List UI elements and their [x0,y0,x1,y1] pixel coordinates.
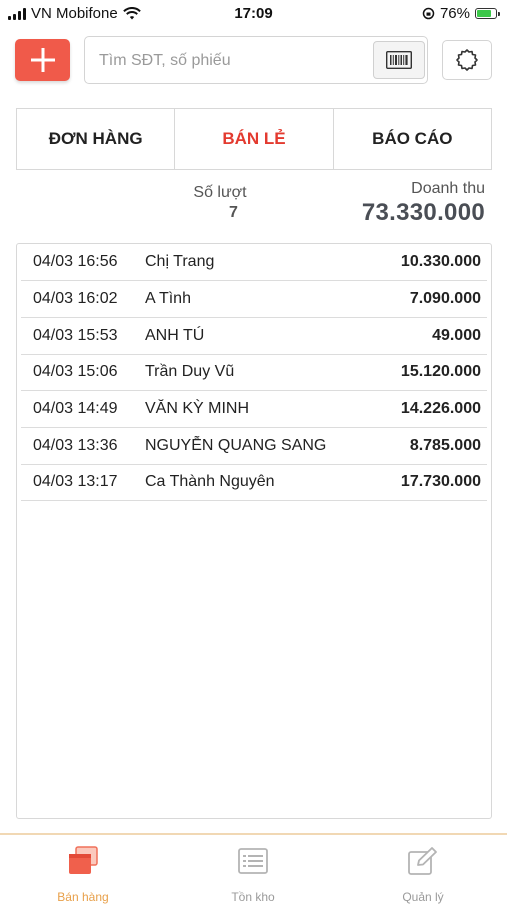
battery-percent: 76% [439,5,470,22]
order-row[interactable]: 04/03 13:17 Ca Thành Nguyên 17.730.000 [21,464,487,501]
order-row[interactable]: 04/03 15:06 Trần Duy Vũ 15.120.000 [21,354,487,391]
customer-name: VĂN KỲ MINH [145,400,250,417]
plus-icon [30,48,55,72]
nav-label: Quản lý [402,890,444,904]
order-list: 04/03 16:56 Chị Trang 10.330.000 04/03 1… [16,243,492,819]
revenue-value: 73.330.000 [361,199,485,226]
main-tabs: ĐƠN HÀNG BÁN LẺ BÁO CÁO [16,108,492,170]
search-box [84,36,428,84]
customer-name: Trần Duy Vũ [145,363,235,380]
order-row[interactable]: 04/03 16:02 A Tình 7.090.000 [21,281,487,318]
barcode-scan-button[interactable] [373,41,425,79]
order-amount: 8.785.000 [409,437,481,454]
order-time: 04/03 16:02 [33,290,118,307]
search-input[interactable] [97,47,371,75]
order-row[interactable]: 04/03 16:56 Chị Trang 10.330.000 [21,244,487,281]
order-row[interactable]: 04/03 14:49 VĂN KỲ MINH 14.226.000 [21,391,487,428]
customer-name: Chị Trang [145,253,215,270]
nav-ban-hang[interactable]: Bán hàng [23,845,143,904]
order-time: 04/03 13:17 [33,473,118,490]
customer-name: ANH TÚ [145,327,205,344]
customer-name: NGUYỄN QUANG SANG [145,437,327,454]
edit-icon [408,847,437,875]
count-label: Số lượt [193,184,247,201]
status-bar: VN Mobifone 17:09 76% [0,0,507,28]
battery-icon [475,8,500,19]
orientation-lock-icon [422,7,435,20]
order-time: 04/03 16:56 [33,253,118,270]
stacked-windows-icon [69,846,98,874]
order-amount: 17.730.000 [400,473,481,490]
order-time: 04/03 15:53 [33,327,118,344]
nav-label: Tồn kho [231,890,275,904]
order-time: 04/03 13:36 [33,437,118,454]
nav-ton-kho[interactable]: Tồn kho [193,845,313,904]
settings-button[interactable] [442,40,492,80]
customer-name: Ca Thành Nguyên [145,473,275,490]
order-amount: 7.090.000 [409,290,481,307]
count-value: 7 [229,204,238,221]
nav-quan-ly[interactable]: Quản lý [363,845,483,904]
order-time: 04/03 15:06 [33,363,118,380]
order-row[interactable]: 04/03 15:53 ANH TÚ 49.000 [21,318,487,355]
revenue-label: Doanh thu [411,180,485,197]
gear-icon [456,49,478,71]
order-amount: 49.000 [432,327,481,344]
order-row[interactable]: 04/03 13:36 NGUYỄN QUANG SANG 8.785.000 [21,428,487,465]
status-right: 76% [422,5,500,22]
order-amount: 15.120.000 [400,363,481,380]
order-time: 04/03 14:49 [33,400,118,417]
bottom-nav: Bán hàng Tồn kho Quản lý [0,833,507,904]
customer-name: A Tình [145,290,191,307]
add-order-button[interactable] [15,39,70,81]
nav-label: Bán hàng [57,890,109,904]
tab-bao-cao[interactable]: BÁO CÁO [334,109,491,169]
tab-don-hang[interactable]: ĐƠN HÀNG [17,109,176,169]
barcode-icon [386,51,412,69]
list-icon [238,848,268,874]
tab-ban-le[interactable]: BÁN LẺ [175,109,334,169]
order-amount: 14.226.000 [400,400,481,417]
order-amount: 10.330.000 [400,253,481,270]
